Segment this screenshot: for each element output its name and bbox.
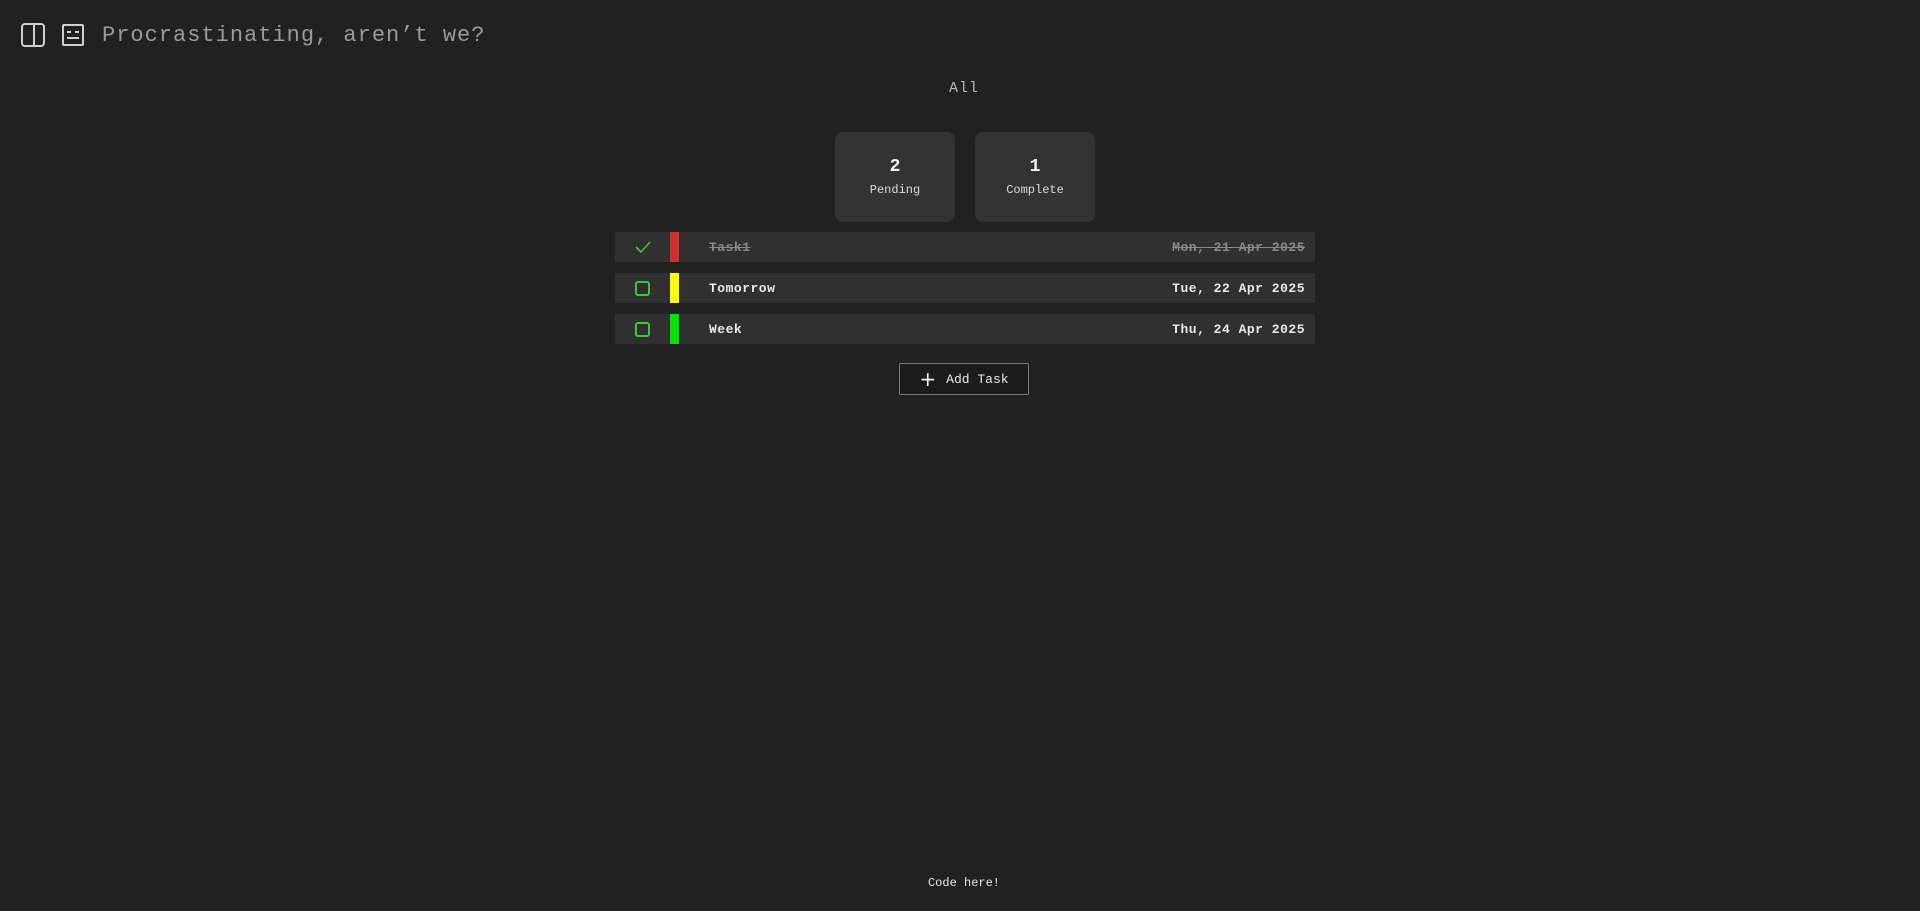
app-page: Procrastinating, aren’t we? All 2 Pendin… <box>0 0 1920 911</box>
checkmark-icon <box>634 241 651 254</box>
checkbox-icon[interactable] <box>635 280 650 296</box>
code-link[interactable]: Code here! <box>928 876 1000 890</box>
footer: Code here! <box>0 876 1920 890</box>
task-name: Tomorrow <box>709 280 776 296</box>
header: Procrastinating, aren’t we? <box>20 20 485 50</box>
task-row[interactable]: Week Thu, 24 Apr 2025 <box>615 314 1315 344</box>
task-row[interactable]: Task1 Mon, 21 Apr 2025 <box>615 232 1315 262</box>
filter-all[interactable]: All <box>949 80 979 97</box>
task-toggle[interactable] <box>615 232 670 262</box>
filter-bar: All <box>0 80 1920 97</box>
task-toggle[interactable] <box>615 314 670 344</box>
plus-icon: + <box>919 367 937 391</box>
add-task-button[interactable]: + Add Task <box>899 363 1029 395</box>
complete-label: Complete <box>1006 183 1064 197</box>
complete-stat-card[interactable]: 1 Complete <box>975 132 1095 222</box>
card-view-icon[interactable] <box>60 22 86 48</box>
task-date: Mon, 21 Apr 2025 <box>1172 239 1305 255</box>
task-date: Thu, 24 Apr 2025 <box>1172 321 1305 337</box>
priority-bar <box>670 232 679 262</box>
checkbox-icon[interactable] <box>635 321 650 337</box>
task-row[interactable]: Tomorrow Tue, 22 Apr 2025 <box>615 273 1315 303</box>
priority-bar <box>670 314 679 344</box>
task-name: Week <box>709 321 743 337</box>
page-title: Procrastinating, aren’t we? <box>102 22 486 48</box>
pending-stat-card[interactable]: 2 Pending <box>835 132 955 222</box>
sidebar-toggle-icon[interactable] <box>20 22 46 48</box>
add-task-label: Add Task <box>946 371 1009 387</box>
task-toggle[interactable] <box>615 273 670 303</box>
task-name: Task1 <box>709 239 751 255</box>
pending-count: 2 <box>889 157 901 177</box>
task-date: Tue, 22 Apr 2025 <box>1172 280 1305 296</box>
complete-count: 1 <box>1029 157 1041 177</box>
priority-bar <box>670 273 679 303</box>
pending-label: Pending <box>869 183 921 197</box>
task-list: Task1 Mon, 21 Apr 2025 Tomorrow Tue, 22 … <box>615 232 1315 344</box>
stats-panel: 2 Pending 1 Complete <box>835 132 1095 222</box>
